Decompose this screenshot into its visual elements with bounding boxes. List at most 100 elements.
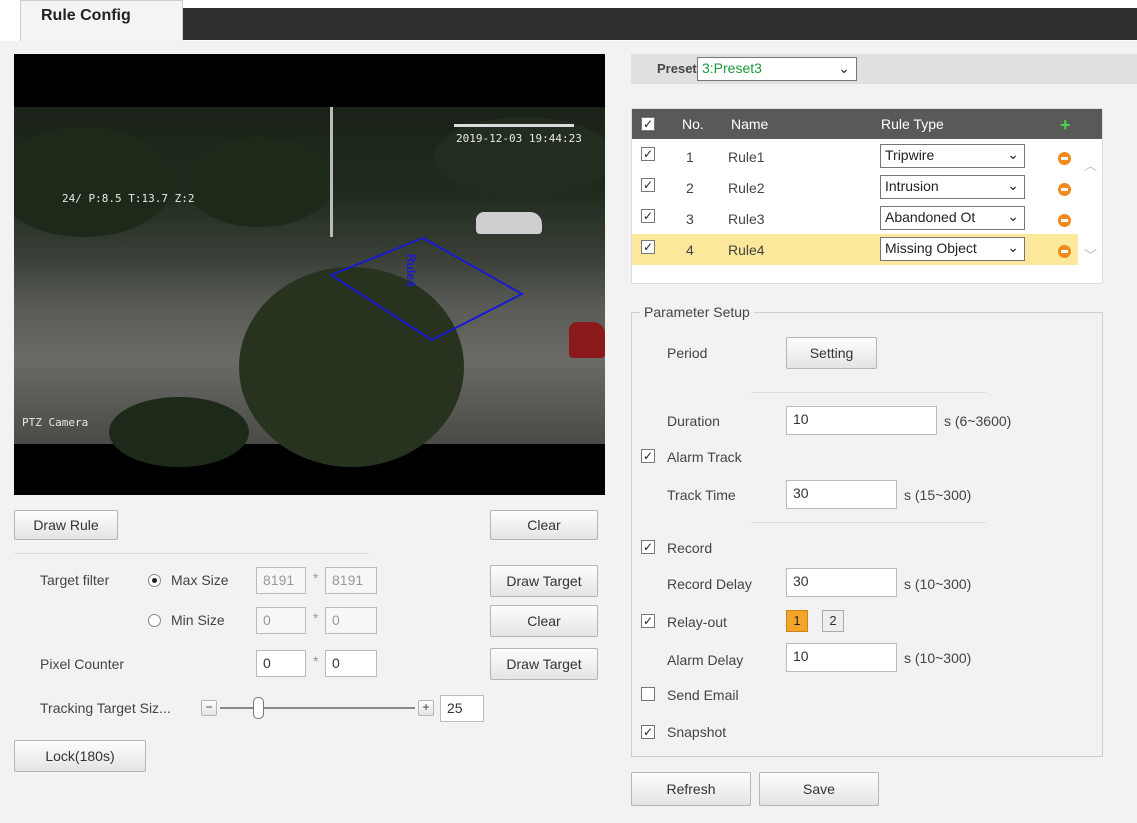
row-name: Rule2 [728,180,765,196]
row-name: Rule1 [728,149,765,165]
send-email-checkbox[interactable] [641,687,655,701]
slider-handle[interactable] [253,697,264,719]
period-setting-button[interactable]: Setting [786,337,877,369]
duration-range: s (6~3600) [944,413,1012,429]
send-email-label: Send Email [667,687,739,703]
tab-label: Rule Config [41,7,131,24]
row-no: 2 [686,180,694,196]
delete-rule-icon[interactable] [1058,152,1071,165]
relay-out-checkbox[interactable]: ✓ [641,614,655,628]
pixel-counter-label: Pixel Counter [40,656,125,672]
record-label: Record [667,540,713,556]
table-header: ✓ No. Name Rule Type + [632,109,1102,139]
rule-type-select[interactable]: Tripwire ⌄ [880,144,1025,168]
delete-rule-icon[interactable] [1058,183,1071,196]
rule-type-value: Missing Object [885,240,977,256]
duration-input[interactable]: 10 [786,406,937,435]
rule-overlay[interactable] [14,54,605,495]
clear-rule-button[interactable]: Clear [490,510,598,540]
max-size-radio[interactable] [148,574,161,587]
col-name: Name [731,116,769,132]
target-filter-label: Target filter [40,572,110,588]
delete-rule-icon[interactable] [1058,245,1071,258]
rule-label: Rule4 [404,254,418,287]
chevron-down-icon: ⌄ [1007,146,1019,163]
scroll-down-icon[interactable]: ﹀ [1084,245,1097,264]
alarm-track-checkbox[interactable]: ✓ [641,449,655,463]
max-height-input[interactable]: 8191 [325,567,377,594]
table-row[interactable]: ✓ 1 Rule1 Tripwire ⌄ [632,141,1078,172]
record-delay-input[interactable]: 30 [786,568,897,597]
refresh-button[interactable]: Refresh [631,772,751,806]
table-row[interactable]: ✓ 2 Rule2 Intrusion ⌄ [632,172,1078,203]
row-checkbox[interactable]: ✓ [641,178,655,192]
row-name: Rule3 [728,211,765,227]
rules-table: ✓ No. Name Rule Type + ✓ 1 Rule1 Tripwir… [631,108,1103,284]
rule-type-select[interactable]: Missing Object ⌄ [880,237,1025,261]
scroll-up-icon[interactable]: ︿ [1084,155,1097,174]
row-name: Rule4 [728,242,765,258]
alarm-delay-range: s (10~300) [904,650,972,666]
add-rule-icon[interactable]: + [1060,115,1071,136]
duration-label: Duration [667,413,720,429]
preset-value: 3:Preset3 [702,60,762,76]
min-size-radio[interactable] [148,614,161,627]
pixel-width-input[interactable]: 0 [256,650,306,677]
row-no: 4 [686,242,694,258]
delete-rule-icon[interactable] [1058,214,1071,227]
select-all-checkbox[interactable]: ✓ [641,117,655,131]
tracking-target-label: Tracking Target Siz... [40,700,171,716]
video-preview[interactable]: 2019-12-03 19:44:23 24/ P:8.5 T:13.7 Z:2… [14,54,605,495]
track-time-input[interactable]: 30 [786,480,897,509]
minus-icon[interactable]: − [201,700,217,716]
table-row-selected[interactable]: ✓ 4 Rule4 Missing Object ⌄ [632,234,1078,265]
chevron-down-icon: ⌄ [838,60,850,76]
relay-out-label: Relay-out [667,614,727,630]
record-delay-label: Record Delay [667,576,752,592]
snapshot-checkbox[interactable]: ✓ [641,725,655,739]
track-time-label: Track Time [667,487,736,503]
row-checkbox[interactable]: ✓ [641,240,655,254]
parameter-setup-legend: Parameter Setup [640,304,754,320]
col-no: No. [682,116,704,132]
col-rule-type: Rule Type [881,116,944,132]
divider [751,392,986,393]
record-delay-range: s (10~300) [904,576,972,592]
max-size-label: Max Size [171,572,229,588]
max-width-input[interactable]: 8191 [256,567,306,594]
draw-target-button[interactable]: Draw Target [490,565,598,597]
row-checkbox[interactable]: ✓ [641,147,655,161]
record-checkbox[interactable]: ✓ [641,540,655,554]
alarm-delay-input[interactable]: 10 [786,643,897,672]
preset-select[interactable]: 3:Preset3 ⌄ [697,57,857,81]
slider-track[interactable] [220,707,415,709]
row-no: 1 [686,149,694,165]
divider [751,522,986,523]
alarm-delay-label: Alarm Delay [667,652,744,668]
alarm-track-label: Alarm Track [667,449,742,465]
pixel-height-input[interactable]: 0 [325,650,377,677]
clear-target-button[interactable]: Clear [490,605,598,637]
rule-type-select[interactable]: Abandoned Ot ⌄ [880,206,1025,230]
tracking-value-input[interactable]: 25 [440,695,484,722]
row-no: 3 [686,211,694,227]
plus-icon[interactable]: + [418,700,434,716]
chevron-down-icon: ⌄ [1007,239,1019,256]
row-checkbox[interactable]: ✓ [641,209,655,223]
table-row[interactable]: ✓ 3 Rule3 Abandoned Ot ⌄ [632,203,1078,234]
tab-rule-config[interactable]: Rule Config [20,0,183,41]
min-width-input[interactable]: 0 [256,607,306,634]
save-button[interactable]: Save [759,772,879,806]
rule-type-value: Tripwire [885,147,935,163]
draw-rule-button[interactable]: Draw Rule [14,510,118,540]
min-height-input[interactable]: 0 [325,607,377,634]
lock-button[interactable]: Lock(180s) [14,740,146,772]
separator: * [313,653,319,669]
tab-bar [20,8,1137,40]
rule-type-select[interactable]: Intrusion ⌄ [880,175,1025,199]
relay-2-button[interactable]: 2 [822,610,844,632]
preset-label: Preset [657,61,697,76]
rule-polygon[interactable] [328,236,525,342]
relay-1-button[interactable]: 1 [786,610,808,632]
draw-target-pixel-button[interactable]: Draw Target [490,648,598,680]
